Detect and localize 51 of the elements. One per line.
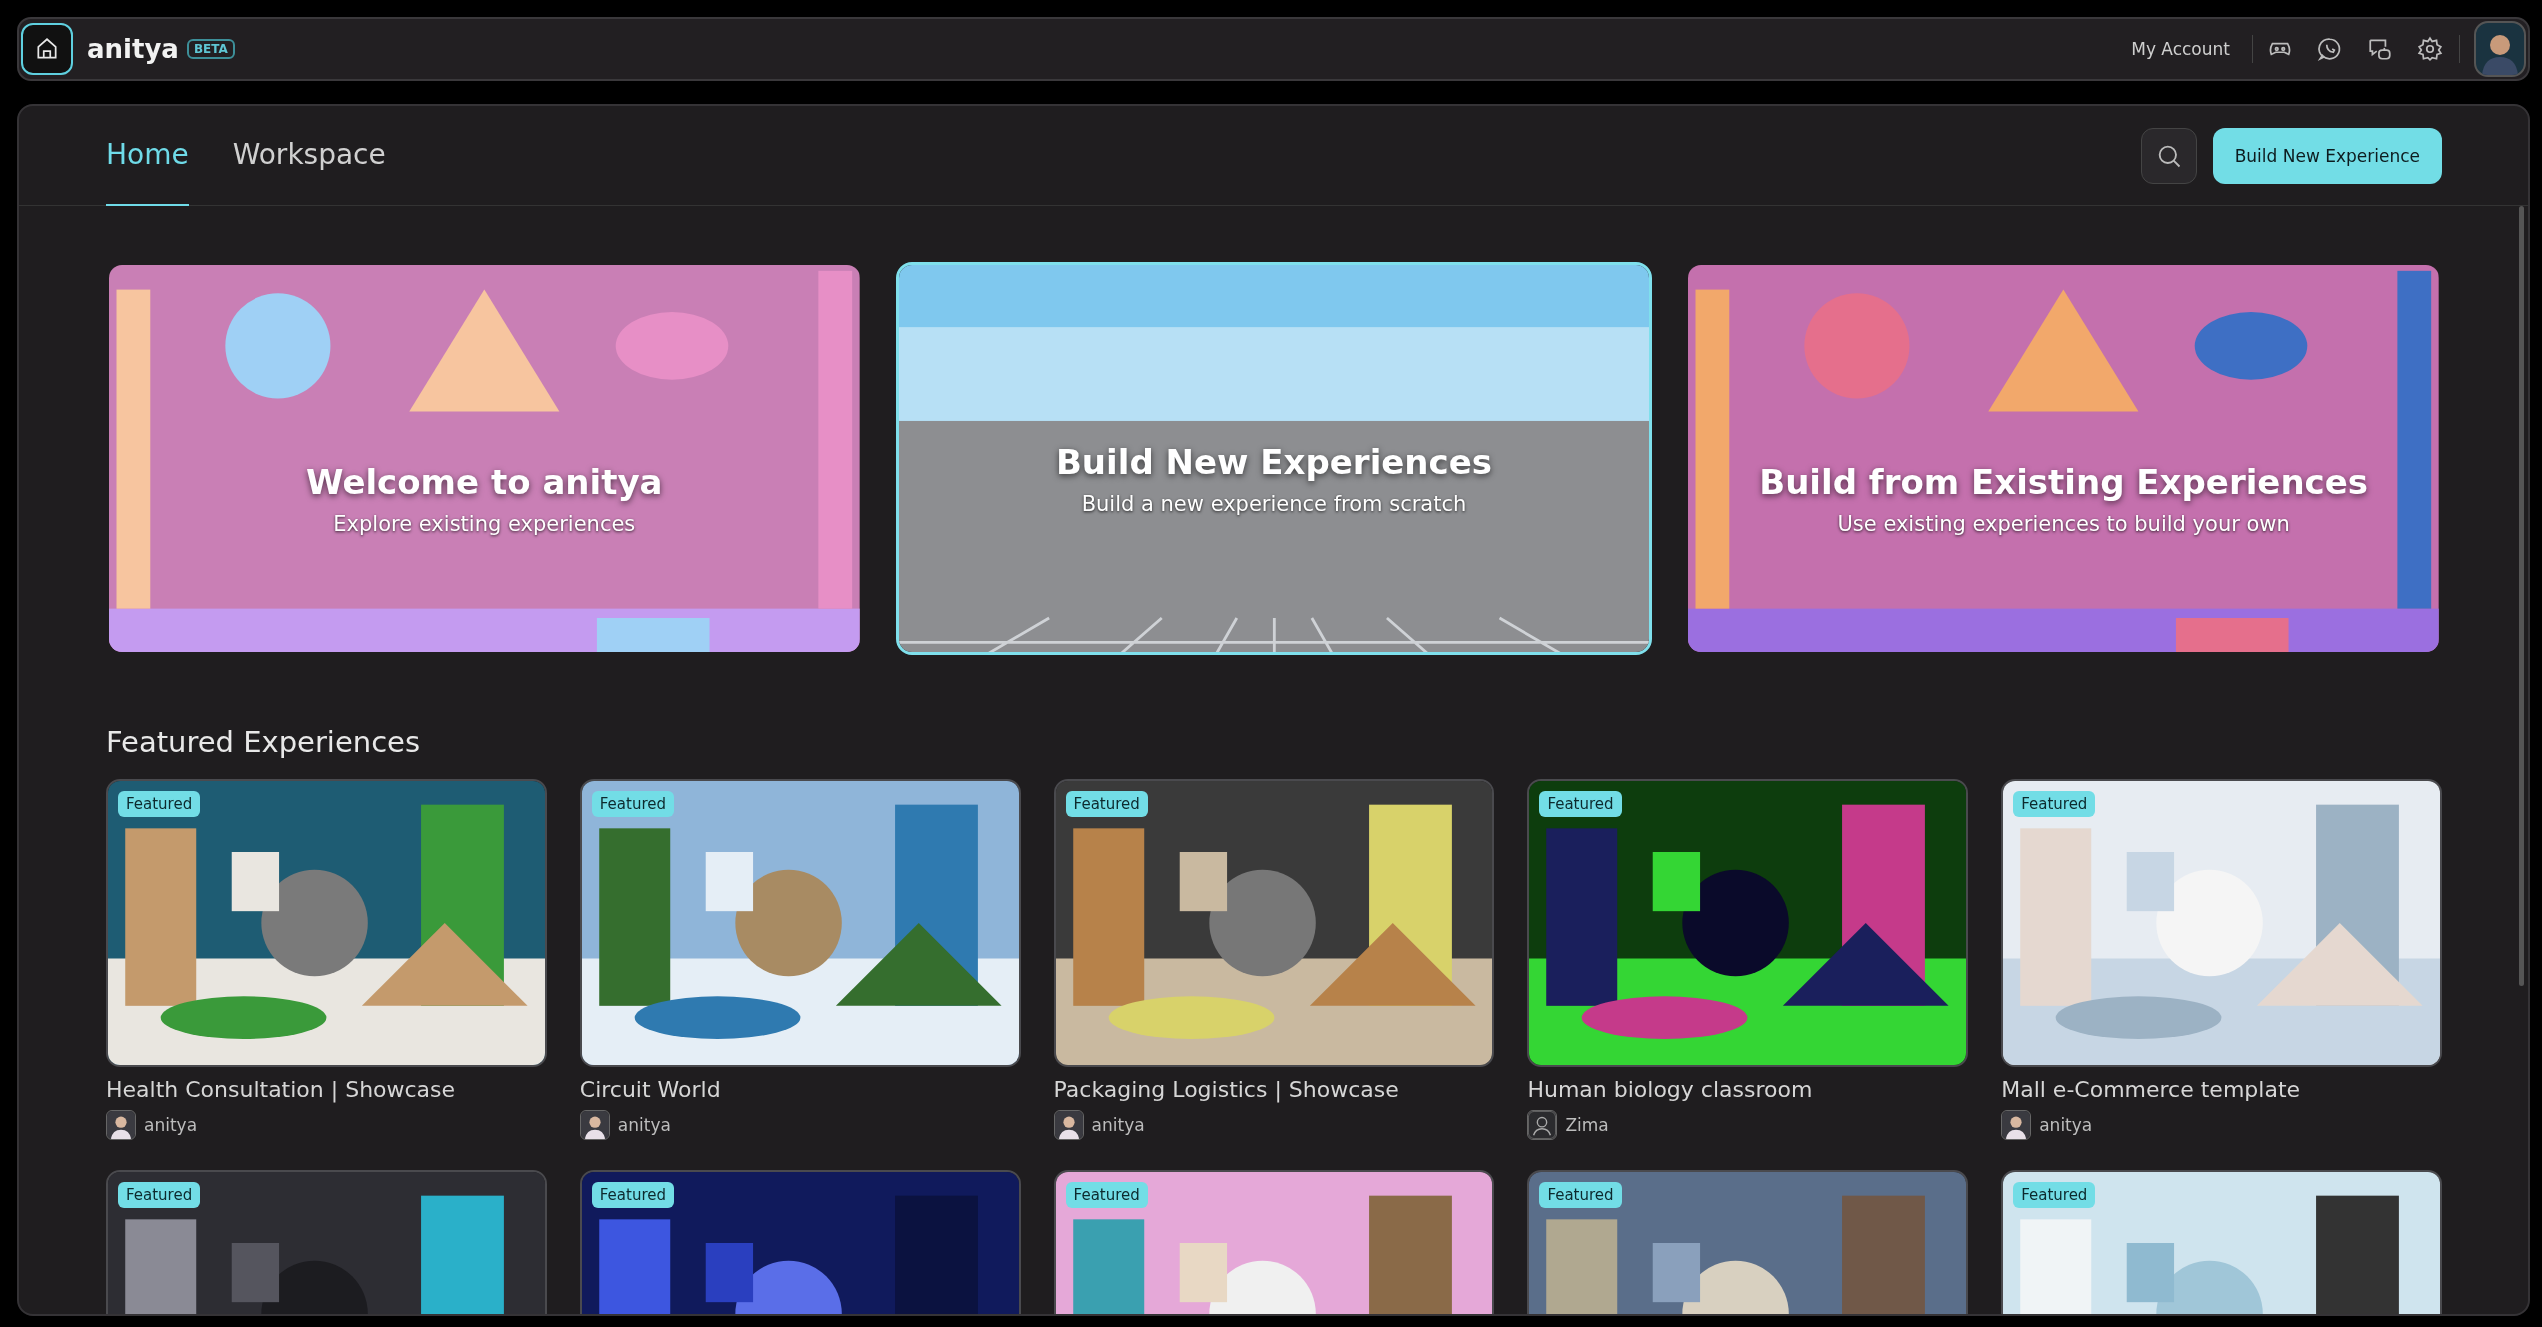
account-link[interactable]: My Account: [2131, 39, 2230, 59]
hero-subtitle: Explore existing experiences: [333, 511, 636, 536]
experience-thumbnail[interactable]: Featured: [579, 779, 1021, 1067]
hero-subtitle: Build a new experience from scratch: [1081, 491, 1467, 516]
featured-badge: Featured: [118, 1182, 201, 1208]
hero-title: Build from Existing Experiences: [1759, 461, 2369, 502]
author-name: anitya: [2039, 1115, 2093, 1135]
tab[interactable]: Workspace: [232, 106, 386, 206]
experience-thumbnail[interactable]: Featured: [2001, 779, 2442, 1067]
scrollbar[interactable]: [2519, 206, 2524, 986]
experience-thumbnail[interactable]: Featured: [579, 1170, 1021, 1314]
hero-title: Build New Experiences: [1055, 441, 1492, 482]
author-name: anitya: [617, 1115, 671, 1135]
chat-robot-icon[interactable]: [2367, 36, 2393, 62]
experience-thumbnail[interactable]: Featured: [1527, 1170, 1969, 1314]
experience-title[interactable]: Mall e-Commerce template: [2001, 1077, 2442, 1102]
author-name: anitya: [1091, 1115, 1145, 1135]
experience-thumbnail[interactable]: Featured: [106, 779, 547, 1067]
featured-badge: Featured: [1539, 1182, 1622, 1208]
experience-title[interactable]: Circuit World: [579, 1077, 1021, 1102]
phone-chat-icon[interactable]: [2317, 36, 2343, 62]
experience-thumbnail[interactable]: Featured: [2001, 1170, 2442, 1314]
hero-title: Welcome to anitya: [306, 461, 663, 502]
experience-thumbnail[interactable]: Featured: [1053, 1170, 1495, 1314]
settings-icon[interactable]: [2417, 36, 2443, 62]
beta-badge: BETA: [186, 39, 235, 59]
avatar[interactable]: [2474, 21, 2526, 77]
hero-subtitle: Use existing experiences to build your own: [1837, 511, 2290, 536]
featured-badge: Featured: [591, 791, 674, 817]
home-icon: [34, 36, 60, 62]
experience-title[interactable]: Health Consultation | Showcase: [106, 1077, 547, 1102]
featured-badge: Featured: [2013, 791, 2096, 817]
featured-badge: Featured: [2013, 1182, 2096, 1208]
home-button[interactable]: [21, 23, 73, 75]
experience-title[interactable]: Human biology classroom: [1527, 1077, 1969, 1102]
section-heading: Featured Experiences: [106, 725, 422, 759]
experience-thumbnail[interactable]: Featured: [1053, 779, 1495, 1067]
featured-badge: Featured: [1065, 791, 1148, 817]
featured-badge: Featured: [591, 1182, 674, 1208]
featured-badge: Featured: [1065, 1182, 1148, 1208]
author-name: anitya: [144, 1115, 198, 1135]
build-button[interactable]: Build New Experience: [2212, 127, 2442, 184]
author-name: Zima: [1565, 1115, 1609, 1135]
logo-text[interactable]: anitya: [87, 34, 179, 64]
featured-badge: Featured: [1539, 791, 1622, 817]
experience-thumbnail[interactable]: Featured: [1527, 779, 1969, 1067]
search-button[interactable]: [2140, 127, 2197, 184]
experience-title[interactable]: Packaging Logistics | Showcase: [1053, 1077, 1495, 1102]
tab[interactable]: Home: [106, 106, 189, 206]
experience-thumbnail[interactable]: Featured: [106, 1170, 547, 1314]
featured-badge: Featured: [118, 791, 201, 817]
